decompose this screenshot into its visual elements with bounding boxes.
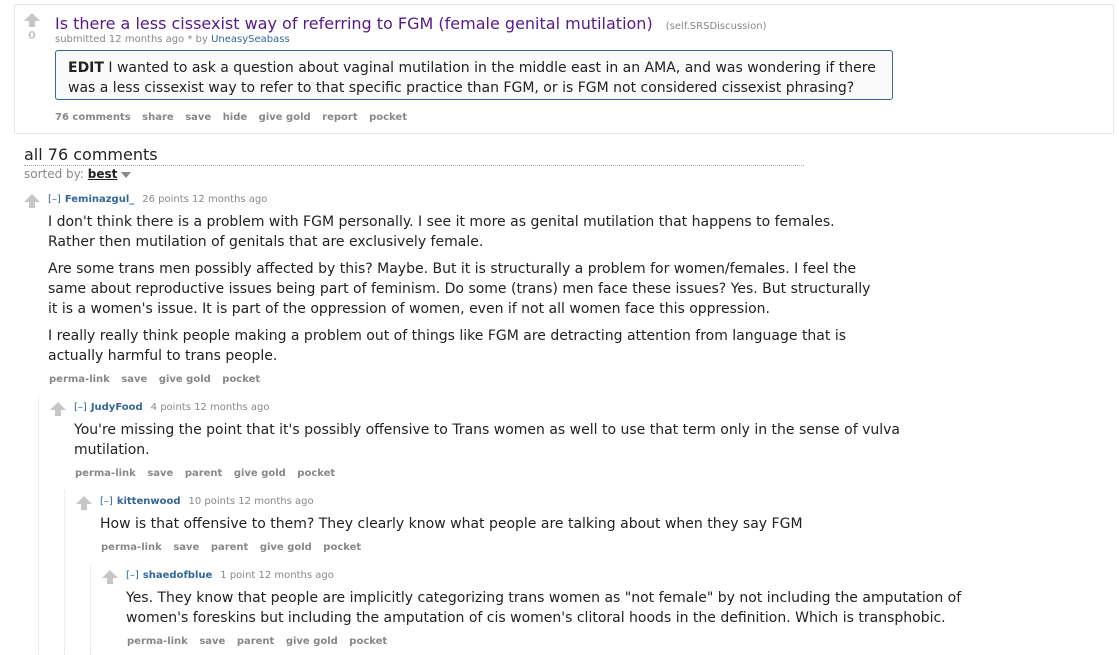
comment-vote [76, 496, 92, 510]
give-gold-button[interactable]: give gold [286, 636, 338, 647]
post-container: 0 Is there a less cissexist way of refer… [14, 4, 1114, 134]
selftext-body: I wanted to ask a question about vaginal… [68, 60, 876, 96]
comment-paragraph: I don't think there is a problem with FG… [48, 214, 835, 250]
post-selftext: EDIT I wanted to ask a question about va… [55, 50, 893, 100]
collapse-toggle[interactable]: [–] [100, 496, 113, 507]
chevron-down-icon[interactable] [121, 171, 132, 178]
comment-header: [–] kittenwood 10 points 12 months ago [100, 496, 314, 507]
comments-header: all 76 comments [24, 145, 158, 164]
permalink-button[interactable]: perma-link [75, 468, 136, 479]
parent-button[interactable]: parent [211, 542, 249, 553]
permalink-button[interactable]: perma-link [127, 636, 188, 647]
save-button[interactable]: save [199, 636, 225, 647]
comment-author[interactable]: kittenwood [117, 496, 181, 507]
post-domain[interactable]: (self.SRSDiscussion) [666, 21, 767, 32]
comment-paragraph: How is that offensive to them? They clea… [100, 516, 803, 532]
pocket-button[interactable]: pocket [222, 374, 260, 385]
selftext-edit-label: EDIT [68, 60, 104, 76]
post-title[interactable]: Is there a less cissexist way of referri… [55, 14, 653, 33]
comment-buttons: perma-link save parent give gold pocket [101, 542, 369, 553]
upvote-arrow-icon[interactable] [50, 402, 66, 416]
post-title-line: Is there a less cissexist way of referri… [55, 14, 767, 33]
post-author-link[interactable]: UneasySeabass [211, 34, 290, 45]
post-vote: 0 [20, 13, 44, 42]
comment-author[interactable]: JudyFood [91, 402, 143, 413]
comment-vote [50, 402, 66, 416]
parent-button[interactable]: parent [237, 636, 275, 647]
comment-header: [–] JudyFood 4 points 12 months ago [74, 402, 269, 413]
report-button[interactable]: report [322, 112, 357, 123]
tagline-prefix: submitted 12 months ago * by [55, 34, 208, 45]
upvote-arrow-icon[interactable] [24, 194, 40, 208]
comment-paragraph: Are some trans men possibly affected by … [48, 261, 871, 317]
comment-meta: 10 points 12 months ago [188, 496, 314, 507]
collapse-toggle[interactable]: [–] [74, 402, 87, 413]
thread-line [38, 396, 39, 655]
pocket-button[interactable]: pocket [323, 542, 361, 553]
comments-link[interactable]: 76 comments [55, 112, 131, 123]
save-button[interactable]: save [173, 542, 199, 553]
comment-body: You're missing the point that it's possi… [74, 420, 924, 467]
comment-body: How is that offensive to them? They clea… [100, 514, 1000, 541]
comment-paragraph: Yes. They know that people are implicitl… [126, 590, 962, 626]
save-button[interactable]: save [185, 112, 211, 123]
save-button[interactable]: save [147, 468, 173, 479]
comment-header: [–] Feminazgul_ 26 points 12 months ago [48, 194, 267, 205]
post-score: 0 [28, 29, 36, 42]
upvote-arrow-icon[interactable] [102, 570, 118, 584]
comment-buttons: perma-link save parent give gold pocket [127, 636, 395, 647]
thread-line [64, 490, 65, 655]
upvote-arrow-icon[interactable] [24, 13, 40, 27]
share-button[interactable]: share [142, 112, 174, 123]
give-gold-button[interactable]: give gold [259, 112, 311, 123]
sort-control: sorted by: best [24, 167, 132, 181]
sort-dropdown[interactable]: best [88, 167, 118, 181]
give-gold-button[interactable]: give gold [159, 374, 211, 385]
thread-line [90, 564, 91, 655]
post-tagline: submitted 12 months ago * by UneasySeaba… [55, 34, 290, 45]
comment-meta: 26 points 12 months ago [142, 194, 268, 205]
permalink-button[interactable]: perma-link [101, 542, 162, 553]
header-divider [24, 165, 804, 166]
permalink-button[interactable]: perma-link [49, 374, 110, 385]
collapse-toggle[interactable]: [–] [48, 194, 61, 205]
comment-vote [102, 570, 118, 584]
hide-button[interactable]: hide [223, 112, 248, 123]
upvote-arrow-icon[interactable] [76, 496, 92, 510]
comment-vote [24, 194, 40, 208]
comment-buttons: perma-link save give gold pocket [49, 374, 268, 385]
pocket-button[interactable]: pocket [349, 636, 387, 647]
comment-meta: 1 point 12 months ago [220, 570, 334, 581]
comment-buttons: perma-link save parent give gold pocket [75, 468, 343, 479]
give-gold-button[interactable]: give gold [260, 542, 312, 553]
collapse-toggle[interactable]: [–] [126, 570, 139, 581]
post-buttons: 76 comments share save hide give gold re… [55, 112, 415, 123]
comment-author[interactable]: shaedofblue [143, 570, 212, 581]
comment-meta: 4 points 12 months ago [150, 402, 270, 413]
comment-paragraph: You're missing the point that it's possi… [74, 422, 900, 458]
comment-body: Yes. They know that people are implicitl… [126, 588, 986, 635]
pocket-button[interactable]: pocket [369, 112, 407, 123]
save-button[interactable]: save [121, 374, 147, 385]
sort-label: sorted by: [24, 167, 84, 181]
comment-paragraph: I really really think people making a pr… [48, 328, 847, 364]
comment-body: I don't think there is a problem with FG… [48, 212, 878, 373]
parent-button[interactable]: parent [185, 468, 223, 479]
pocket-button[interactable]: pocket [297, 468, 335, 479]
comment-header: [–] shaedofblue 1 point 12 months ago [126, 570, 334, 581]
give-gold-button[interactable]: give gold [234, 468, 286, 479]
comment-author[interactable]: Feminazgul_ [65, 194, 134, 205]
